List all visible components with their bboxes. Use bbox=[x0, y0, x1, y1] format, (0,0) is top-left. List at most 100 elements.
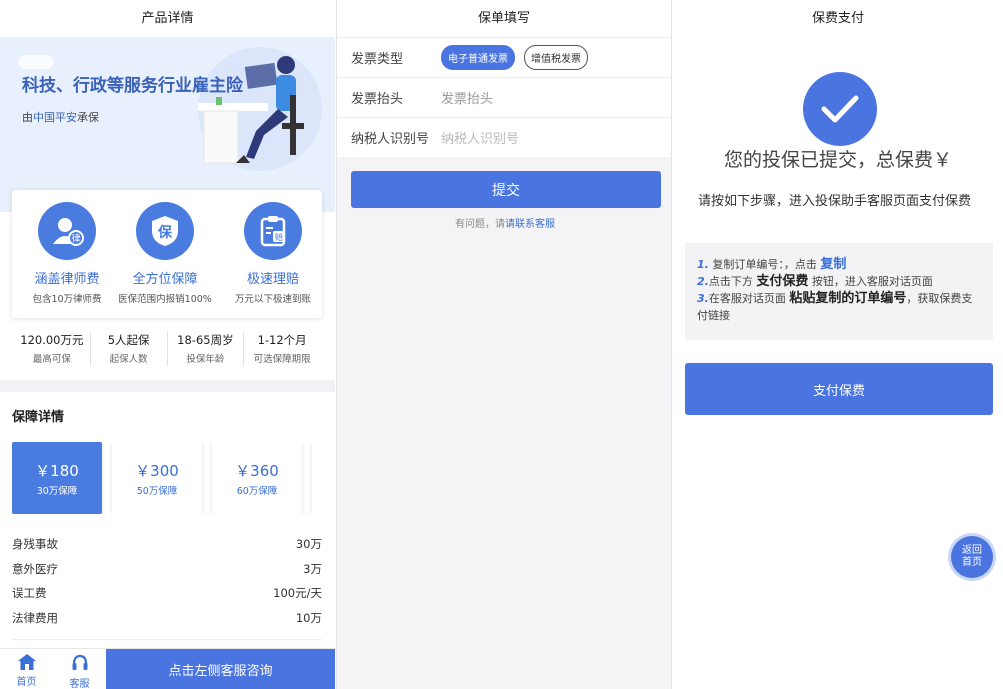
feature-card: 律 涵盖律师费 包含10万律师费 保 全方位保障 医保范围内报销100% 赔 极… bbox=[12, 190, 322, 318]
back-home-line1: 返回 bbox=[962, 545, 982, 556]
invoice-title-input[interactable]: 发票抬头 bbox=[441, 88, 493, 107]
svg-text:保: 保 bbox=[157, 224, 173, 241]
stat-value: 120.00万元 bbox=[20, 333, 84, 347]
step-1: 1. 复制订单编号：，点击 复制 bbox=[697, 256, 981, 273]
coverage-value: 100元/天 bbox=[273, 586, 322, 600]
home-tab[interactable]: 首页 bbox=[0, 649, 53, 689]
plan-price: ￥180 bbox=[35, 462, 79, 480]
underwriter-text: 由中国平安承保 bbox=[22, 109, 99, 125]
home-label: 首页 bbox=[16, 677, 37, 688]
stat-value: 5人起保 bbox=[107, 333, 150, 347]
tax-id-input[interactable]: 纳税人识别号 bbox=[441, 128, 519, 147]
feature-desc: 医保范围内报销100% bbox=[118, 294, 212, 305]
claim-icon: 赔 bbox=[244, 202, 302, 260]
coverage-value: 10万 bbox=[295, 610, 322, 625]
plan-option-more[interactable] bbox=[312, 442, 335, 514]
hero-banner: 科技、行政等服务行业雇主险 由中国平安承保 bbox=[0, 37, 335, 212]
step-highlight: 支付保费 bbox=[756, 274, 809, 289]
step-highlight: 粘贴复制的订单编号 bbox=[789, 291, 907, 306]
stat-label: 最高可保 bbox=[32, 354, 71, 365]
stat-label: 起保人数 bbox=[109, 354, 148, 365]
invoice-option-electronic[interactable]: 电子普通发票 bbox=[441, 45, 515, 70]
shield-icon: 保 bbox=[136, 202, 194, 260]
help-prefix: 有问题，请 bbox=[455, 219, 505, 230]
cloud-decoration bbox=[18, 55, 54, 69]
invoice-option-vat[interactable]: 增值税发票 bbox=[524, 45, 588, 70]
headset-icon bbox=[72, 654, 87, 670]
coverage-value: 30万 bbox=[295, 537, 322, 551]
coverage-label: 法律费用 bbox=[12, 610, 58, 625]
plan-coverage: 30万保障 bbox=[36, 486, 78, 497]
back-home-line2: 首页 bbox=[962, 557, 982, 568]
plan-coverage: 60万保障 bbox=[236, 486, 278, 497]
invoice-form: 发票类型 电子普通发票 增值税发票 发票抬头 发票抬头 纳税人识别号 纳税人识别… bbox=[337, 37, 671, 157]
divider bbox=[12, 639, 322, 640]
payment-panel: 保费支付 您的投保已提交，总保费￥ 请按如下步骤，进入投保助手客服页面支付保费 … bbox=[673, 0, 1003, 689]
stat-min-people: 5人起保起保人数 bbox=[89, 332, 167, 366]
feature-desc: 万元以下极速到账 bbox=[234, 294, 311, 305]
submit-button[interactable]: 提交 bbox=[351, 171, 661, 208]
plan-option-300[interactable]: ￥300 50万保障 bbox=[112, 442, 202, 514]
svg-text:律: 律 bbox=[71, 233, 80, 245]
help-text: 有问题，请请联系客服 bbox=[337, 215, 671, 230]
underwriter-brand: 中国平安 bbox=[33, 111, 77, 124]
coverage-row: 身残事故 30万 bbox=[12, 536, 322, 561]
plan-option-360[interactable]: ￥360 60万保障 bbox=[212, 442, 302, 514]
payment-steps: 1. 复制订单编号：，点击 复制 2.点击下方 支付保费 按钮，进入客服对话页面… bbox=[685, 243, 993, 340]
section-title: 保障详情 bbox=[12, 410, 65, 425]
step-number: 2. bbox=[697, 275, 709, 288]
pay-premium-button[interactable]: 支付保费 bbox=[685, 363, 993, 415]
invoice-title-label: 发票抬头 bbox=[351, 92, 404, 107]
coverage-row: 法律费用 10万 bbox=[12, 610, 322, 635]
underwriter-prefix: 由 bbox=[22, 111, 33, 124]
invoice-type-label: 发票类型 bbox=[351, 52, 404, 67]
coverage-list: 身残事故 30万 意外医疗 3万 误工费 100元/天 法律费用 10万 bbox=[12, 536, 322, 634]
back-home-button[interactable]: 返回 首页 bbox=[951, 536, 993, 578]
home-icon bbox=[17, 654, 36, 670]
contact-service-link[interactable]: 请联系客服 bbox=[505, 219, 555, 230]
policy-form-panel: 保单填写 发票类型 电子普通发票 增值税发票 发票抬头 发票抬头 纳税人识别号 … bbox=[336, 0, 672, 689]
step-text: 复制订单编号：，点击 bbox=[712, 258, 817, 271]
office-worker-illustration bbox=[190, 45, 326, 173]
feature-protection: 保 全方位保障 医保范围内报销100% bbox=[115, 202, 215, 305]
stat-max-coverage: 120.00万元 最高可保 bbox=[14, 332, 90, 366]
feature-desc: 包含10万律师费 bbox=[32, 294, 102, 305]
coverage-value: 3万 bbox=[303, 561, 322, 576]
invoice-type-row: 发票类型 电子普通发票 增值税发票 bbox=[337, 37, 671, 77]
plan-price: ￥300 bbox=[135, 462, 179, 480]
plan-selector: ￥180 30万保障 ￥300 50万保障 ￥360 60万保障 bbox=[12, 442, 335, 514]
coverage-label: 误工费 bbox=[12, 586, 47, 600]
step-text: 在客服对话页面 bbox=[708, 292, 786, 305]
coverage-label: 身残事故 bbox=[12, 537, 58, 551]
step-number: 3. bbox=[697, 292, 709, 305]
underwriter-suffix: 承保 bbox=[77, 111, 99, 124]
stat-label: 可选保障期限 bbox=[253, 354, 311, 365]
step-text: 点击下方 bbox=[708, 275, 753, 288]
hero-title: 科技、行政等服务行业雇主险 bbox=[22, 76, 243, 96]
invoice-title-row: 发票抬头 发票抬头 bbox=[337, 77, 671, 117]
service-label: 客服 bbox=[69, 679, 90, 689]
step-number: 1. bbox=[697, 258, 709, 271]
feature-lawyer: 律 涵盖律师费 包含10万律师费 bbox=[17, 202, 117, 305]
lawyer-icon: 律 bbox=[38, 202, 96, 260]
svg-text:赔: 赔 bbox=[275, 232, 283, 242]
coverage-label: 意外医疗 bbox=[12, 561, 58, 576]
coverage-row: 误工费 100元/天 bbox=[12, 585, 322, 610]
step-text: 按钮，进入客服对话页面 bbox=[811, 275, 933, 288]
product-stats: 120.00万元 最高可保 5人起保 起保人数 18-65周岁 投保年龄 1-12个月… bbox=[14, 332, 320, 366]
steps-intro: 请按如下步骤，进入投保助手客服页面支付保费 bbox=[698, 194, 972, 209]
copy-link[interactable]: 复制 bbox=[820, 257, 846, 272]
service-tab[interactable]: 客服 bbox=[53, 649, 106, 689]
page-title: 保单填写 bbox=[337, 0, 671, 37]
step-2: 2.点击下方 支付保费 按钮，进入客服对话页面 bbox=[697, 273, 981, 290]
consult-button[interactable]: 点击左侧客服咨询 bbox=[106, 649, 335, 689]
tax-id-row: 纳税人识别号 纳税人识别号 bbox=[337, 117, 671, 157]
feature-title: 全方位保障 bbox=[132, 272, 198, 287]
tax-id-label: 纳税人识别号 bbox=[351, 132, 430, 147]
check-icon bbox=[803, 72, 877, 146]
plan-option-180[interactable]: ￥180 30万保障 bbox=[12, 442, 102, 514]
feature-claims: 赔 极速理赔 万元以下极速到账 bbox=[223, 202, 323, 305]
submitted-title: 您的投保已提交，总保费￥ bbox=[723, 149, 952, 171]
bottom-bar: 首页 客服 点击左侧客服咨询 bbox=[0, 648, 335, 689]
page-title: 产品详情 bbox=[0, 0, 335, 37]
